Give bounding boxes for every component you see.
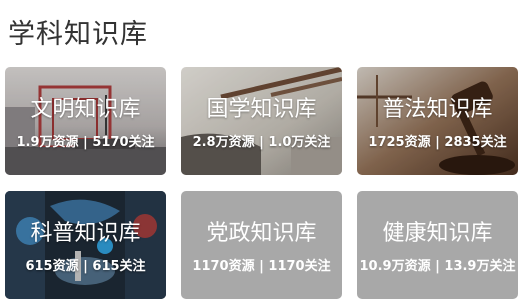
resource-count: 1725资源 (368, 135, 431, 150)
card-title: 党政知识库 (206, 221, 317, 246)
card-stats: 1.9万资源 | 5170关注 (5, 134, 166, 152)
stats-separator: | (435, 259, 440, 274)
resource-count: 10.9万资源 (359, 259, 431, 274)
follow-count: 1.0万关注 (268, 135, 331, 150)
stats-separator: | (259, 259, 264, 274)
card-title: 文明知识库 (30, 97, 141, 122)
follow-count: 615关注 (92, 259, 146, 274)
card-title: 国学知识库 (206, 97, 317, 122)
stats-separator: | (83, 135, 88, 150)
card-stats: 1725资源 | 2835关注 (357, 134, 518, 152)
card-pufa[interactable]: 普法知识库 1725资源 | 2835关注 (357, 67, 518, 175)
card-stats: 10.9万资源 | 13.9万关注 (357, 258, 518, 276)
card-dangzheng[interactable]: 党政知识库 1170资源 | 1170关注 (181, 191, 342, 299)
stats-separator: | (83, 259, 88, 274)
resource-count: 1170资源 (192, 259, 255, 274)
card-wenming[interactable]: 文明知识库 1.9万资源 | 5170关注 (5, 67, 166, 175)
card-jiankang[interactable]: 健康知识库 10.9万资源 | 13.9万关注 (357, 191, 518, 299)
card-title: 普法知识库 (382, 97, 493, 122)
card-title: 健康知识库 (382, 221, 493, 246)
resource-count: 2.8万资源 (192, 135, 255, 150)
follow-count: 1170关注 (268, 259, 331, 274)
card-stats: 615资源 | 615关注 (5, 258, 166, 276)
card-guoxue[interactable]: 国学知识库 2.8万资源 | 1.0万关注 (181, 67, 342, 175)
follow-count: 2835关注 (444, 135, 507, 150)
stats-separator: | (259, 135, 264, 150)
card-stats: 2.8万资源 | 1.0万关注 (181, 134, 342, 152)
card-stats: 1170资源 | 1170关注 (181, 258, 342, 276)
card-title: 科普知识库 (30, 221, 141, 246)
resource-count: 1.9万资源 (16, 135, 79, 150)
follow-count: 13.9万关注 (444, 259, 516, 274)
page-title: 学科知识库 (8, 19, 148, 50)
resource-count: 615资源 (25, 259, 79, 274)
follow-count: 5170关注 (92, 135, 155, 150)
card-kepu[interactable]: 科普知识库 615资源 | 615关注 (5, 191, 166, 299)
stats-separator: | (435, 135, 440, 150)
